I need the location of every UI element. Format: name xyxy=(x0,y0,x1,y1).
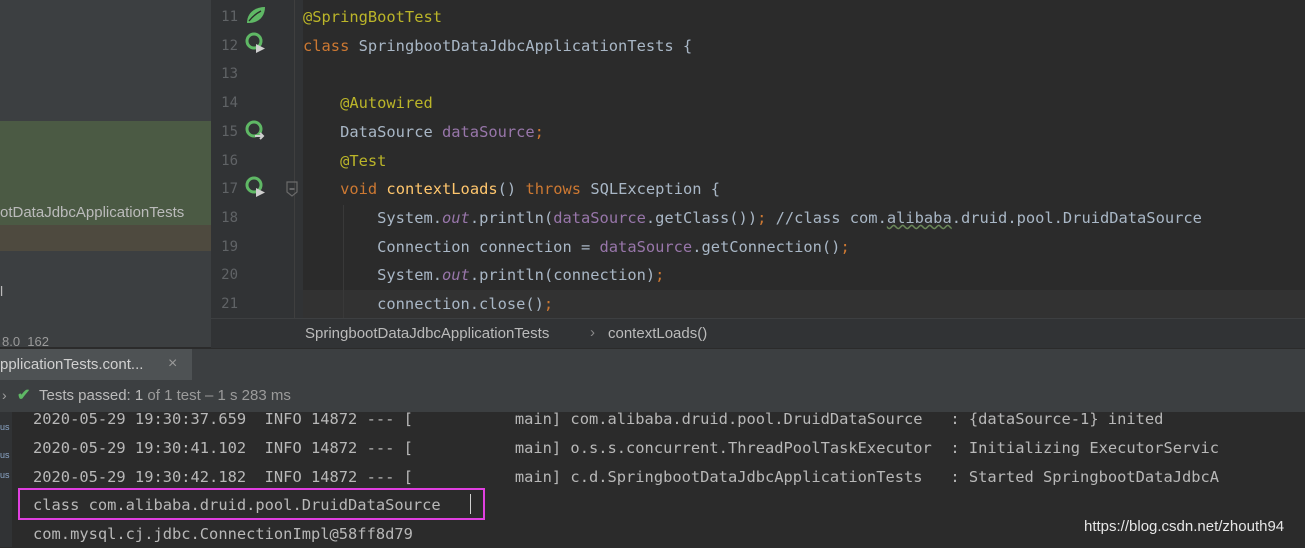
code-token: class xyxy=(303,36,359,55)
autowired-navigate-icon[interactable] xyxy=(244,119,268,141)
check-icon: ✔ xyxy=(17,387,31,404)
test-status-text: Tests passed: 1 of 1 test – 1 s 283 ms xyxy=(39,387,291,404)
code-token: //class com. xyxy=(775,208,887,227)
status-time: – 1 s 283 ms xyxy=(200,387,291,404)
line-number[interactable]: 16 xyxy=(211,147,238,175)
code-token: ; xyxy=(840,237,850,256)
code-token: ; xyxy=(543,295,554,313)
line-number[interactable]: 21 xyxy=(211,290,238,318)
code-token: .println(connection) xyxy=(469,266,656,285)
text-caret xyxy=(470,494,471,514)
code-token: System. xyxy=(303,266,442,285)
console-line: 2020-05-29 19:30:42.182 INFO 14872 --- [… xyxy=(33,468,1220,486)
line-number[interactable]: 13 xyxy=(211,60,238,88)
code-line[interactable]: System.out.println(connection); xyxy=(303,261,664,289)
gutter-separator xyxy=(294,0,295,318)
code-token: alibaba xyxy=(886,208,952,227)
code-token: Connection connection = xyxy=(303,237,600,256)
code-token: SpringbootDataJdbcApplicationTests { xyxy=(358,36,693,55)
code-line[interactable]: @SpringBootTest xyxy=(303,3,442,31)
run-test-class-icon[interactable] xyxy=(244,31,268,53)
tree-item-text: otDataJdbcApplicationTests xyxy=(0,204,185,221)
run-tab-label: pplicationTests.cont... xyxy=(0,356,144,373)
line-number[interactable]: 17 xyxy=(211,175,238,203)
indent-guide xyxy=(343,205,344,318)
tree-row-bg xyxy=(0,225,211,251)
code-token: .println( xyxy=(469,208,554,227)
strip-mark: us xyxy=(0,470,10,480)
line-number[interactable]: 14 xyxy=(211,89,238,117)
code-token: contextLoads xyxy=(386,180,498,199)
code-line[interactable]: connection.close(); xyxy=(303,290,553,318)
console-side-strip: us us us xyxy=(0,412,12,547)
jdk-version-label: 8.0_162 xyxy=(2,334,49,347)
code-line[interactable]: DataSource dataSource; xyxy=(303,118,544,146)
code-token: ; xyxy=(757,208,776,227)
code-line[interactable]: @Test xyxy=(303,147,386,175)
console-line: 2020-05-29 19:30:37.659 INFO 14872 --- [… xyxy=(33,410,1164,428)
line-number[interactable]: 12 xyxy=(211,32,238,60)
code-token: DataSource xyxy=(303,122,442,141)
code-token: System. xyxy=(303,208,442,227)
project-tree-item-fragment[interactable]: l xyxy=(0,283,3,299)
code-line[interactable]: @Autowired xyxy=(303,89,433,117)
code-token: .druid.pool.DruidDataSource xyxy=(951,208,1202,227)
breadcrumb-class[interactable]: SpringbootDataJdbcApplicationTests xyxy=(305,325,549,342)
code-line[interactable]: Connection connection = dataSource.getCo… xyxy=(303,233,850,261)
code-line[interactable]: class SpringbootDataJdbcApplicationTests… xyxy=(303,32,692,60)
strip-mark: us xyxy=(0,450,10,460)
code-line[interactable]: void contextLoads() throws SQLException … xyxy=(303,175,720,203)
console-line: com.mysql.cj.jdbc.ConnectionImpl@58ff8d7… xyxy=(33,525,413,543)
project-panel: otDataJdbcApplicationTests l 8.0_162 xyxy=(0,0,211,347)
code-token: throws xyxy=(525,180,591,199)
breadcrumb: SpringbootDataJdbcApplicationTests › con… xyxy=(211,318,1305,349)
code-token: @Autowired xyxy=(340,94,433,113)
code-token: out xyxy=(442,208,470,227)
run-tool-window-tabs: pplicationTests.cont... × xyxy=(0,348,1305,381)
code-token: .getConnection() xyxy=(692,237,841,256)
code-token: ; xyxy=(534,122,544,141)
code-token: () xyxy=(497,180,526,199)
watermark: https://blog.csdn.net/zhouth94 xyxy=(1084,518,1285,535)
annotation-highlight-box xyxy=(18,488,485,520)
line-number[interactable]: 11 xyxy=(211,3,238,31)
code-token: dataSource xyxy=(442,122,535,141)
project-tree-item-label[interactable]: otDataJdbcApplicationTests xyxy=(0,204,211,221)
breadcrumb-separator: › xyxy=(590,324,595,341)
status-count: 1 xyxy=(134,387,144,404)
code-token: ; xyxy=(655,266,665,285)
status-prefix: Tests passed: xyxy=(39,387,135,404)
code-token: @Test xyxy=(340,151,387,170)
status-suffix: of 1 test xyxy=(143,387,201,404)
run-tab[interactable]: pplicationTests.cont... × xyxy=(0,349,192,381)
strip-mark: us xyxy=(0,422,10,432)
line-number[interactable]: 15 xyxy=(211,118,238,146)
code-token: connection.close() xyxy=(303,295,544,313)
code-token: out xyxy=(442,266,470,285)
console-line: 2020-05-29 19:30:41.102 INFO 14872 --- [… xyxy=(33,439,1220,457)
line-number[interactable]: 19 xyxy=(211,233,238,261)
code-token: SQLException { xyxy=(590,180,721,199)
close-icon[interactable]: × xyxy=(168,355,177,373)
code-token: dataSource xyxy=(553,208,646,227)
code-line[interactable]: System.out.println(dataSource.getClass()… xyxy=(303,204,1202,232)
fold-marker-icon[interactable] xyxy=(285,180,299,198)
breadcrumb-method[interactable]: contextLoads() xyxy=(608,325,707,342)
line-number[interactable]: 18 xyxy=(211,204,238,232)
run-test-method-icon[interactable] xyxy=(244,175,268,197)
code-token: @SpringBootTest xyxy=(303,8,442,26)
spring-bean-icon[interactable] xyxy=(244,4,268,26)
line-number[interactable]: 20 xyxy=(211,261,238,289)
chevron-right-icon[interactable]: › xyxy=(2,387,7,403)
code-token: dataSource xyxy=(599,237,693,256)
code-token: .getClass()) xyxy=(645,208,758,227)
code-token: void xyxy=(340,180,387,199)
